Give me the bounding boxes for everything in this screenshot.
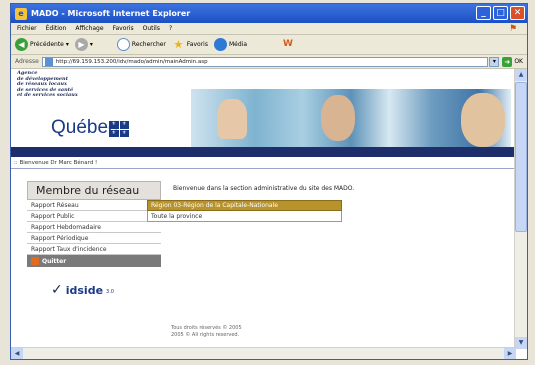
address-bar: Adresse http://69.159.153.200/idv/mado/a… bbox=[11, 55, 527, 69]
idside-logo: ✓ idside 3.0 bbox=[51, 283, 161, 297]
go-arrow-icon: ➜ bbox=[502, 56, 513, 67]
msn-icon[interactable]: W bbox=[283, 38, 297, 51]
agency-line: et de services sociaux bbox=[17, 92, 78, 98]
sidebar-item-rapport-reseau[interactable]: Rapport Réseau bbox=[27, 200, 161, 211]
close-button[interactable]: ✕ bbox=[510, 6, 525, 20]
idside-version: 3.0 bbox=[106, 289, 114, 295]
address-label: Adresse bbox=[15, 58, 39, 65]
scroll-left-icon[interactable]: ◀ bbox=[11, 348, 23, 359]
chevron-down-icon: ▾ bbox=[65, 41, 69, 48]
vertical-scrollbar[interactable]: ▲ ▼ bbox=[514, 69, 527, 349]
back-label: Précédente bbox=[30, 41, 64, 48]
toolbar: ◀ Précédente ▾ ▶ ▾ Rechercher ★ Favoris … bbox=[11, 35, 527, 55]
window-controls: _ □ ✕ bbox=[476, 6, 525, 20]
agency-name: Agence de développement de réseaux locau… bbox=[17, 70, 97, 99]
scroll-down-icon[interactable]: ▼ bbox=[515, 337, 527, 349]
scroll-up-icon[interactable]: ▲ bbox=[515, 69, 527, 81]
sidebar-item-rapport-public[interactable]: Rapport Public bbox=[27, 211, 161, 222]
media-icon bbox=[213, 38, 227, 51]
menu-edit[interactable]: Édition bbox=[46, 25, 67, 32]
sidebar-item-rapport-periodique[interactable]: Rapport Périodique bbox=[27, 233, 161, 244]
site-banner: Agence de développement de réseaux locau… bbox=[11, 69, 515, 147]
minimize-button[interactable]: _ bbox=[476, 6, 491, 20]
menu-favorites[interactable]: Favoris bbox=[113, 25, 134, 32]
sidebar-menu: Membre du réseau Rapport Réseau Rapport … bbox=[27, 181, 161, 297]
region-dropdown-menu: Région 03-Région de la Capitale-National… bbox=[147, 200, 342, 222]
menu-tools[interactable]: Outils bbox=[143, 25, 160, 32]
sidebar-title: Membre du réseau bbox=[27, 181, 161, 200]
menu-help[interactable]: ? bbox=[169, 25, 172, 32]
idside-name: idside bbox=[65, 283, 104, 297]
address-url: http://69.159.153.200/idv/mado/admin/mai… bbox=[55, 58, 208, 65]
banner-photo-person bbox=[217, 99, 247, 139]
star-icon: ★ bbox=[173, 38, 184, 51]
quit-button[interactable]: Quitter bbox=[27, 255, 161, 267]
footer-copyright: Tous droits réservés © 2005 2005 © All r… bbox=[171, 325, 242, 339]
banner-divider bbox=[11, 147, 515, 157]
dropdown-option[interactable]: Toute la province bbox=[147, 211, 342, 222]
banner-photo-person bbox=[321, 95, 355, 141]
scroll-right-icon[interactable]: ▶ bbox=[504, 348, 516, 359]
search-label: Rechercher bbox=[131, 41, 166, 48]
forward-button[interactable]: ▶ ▾ bbox=[74, 38, 93, 51]
menu-bar: Fichier Édition Affichage Favoris Outils… bbox=[11, 23, 527, 35]
browser-window: e MADO - Microsoft Internet Explorer _ □… bbox=[10, 3, 528, 360]
scroll-thumb[interactable] bbox=[515, 82, 527, 232]
back-arrow-icon: ◀ bbox=[15, 38, 28, 51]
sidebar-item-rapport-taux-incidence[interactable]: Rapport Taux d'incidence bbox=[27, 244, 161, 255]
window-title: MADO - Microsoft Internet Explorer bbox=[31, 9, 191, 18]
go-button[interactable]: ➜ OK bbox=[502, 56, 523, 67]
media-label: Média bbox=[228, 41, 247, 48]
banner-photo-collage bbox=[191, 89, 511, 147]
footer-line: Tous droits réservés © 2005 bbox=[171, 325, 242, 331]
search-button[interactable]: Rechercher bbox=[116, 38, 166, 51]
back-button[interactable]: ◀ Précédente ▾ bbox=[15, 38, 69, 51]
exit-icon bbox=[31, 257, 39, 265]
maximize-button[interactable]: □ bbox=[493, 6, 508, 20]
quebec-flag-icon: ⚜ ⚜ ⚜ ⚜ bbox=[109, 121, 129, 137]
internet-explorer-icon: e bbox=[15, 7, 27, 20]
screenshot-frame: e MADO - Microsoft Internet Explorer _ □… bbox=[0, 0, 535, 365]
banner-photo-person bbox=[461, 93, 505, 147]
search-icon bbox=[116, 38, 130, 51]
windows-logo-icon: ⚑ bbox=[509, 24, 518, 34]
favorites-button[interactable]: ★ Favoris bbox=[172, 38, 208, 51]
menu-file[interactable]: Fichier bbox=[17, 25, 37, 32]
favorites-label: Favoris bbox=[186, 41, 208, 48]
title-bar: e MADO - Microsoft Internet Explorer _ □… bbox=[11, 4, 527, 23]
address-input[interactable]: http://69.159.153.200/idv/mado/admin/mai… bbox=[41, 56, 489, 67]
page-icon bbox=[44, 57, 53, 66]
quit-label: Quitter bbox=[42, 257, 67, 265]
footer-line: 2005 © All rights reserved. bbox=[171, 332, 240, 338]
go-label: OK bbox=[514, 58, 523, 65]
page-content: Agence de développement de réseaux locau… bbox=[11, 69, 527, 349]
media-button[interactable]: Média bbox=[213, 38, 247, 51]
welcome-message: :: Bienvenue Dr Marc Bénard ! bbox=[11, 160, 515, 169]
forward-arrow-icon: ▶ bbox=[74, 38, 88, 51]
idside-check-icon: ✓ bbox=[51, 282, 63, 298]
address-dropdown-button[interactable]: ▾ bbox=[489, 56, 500, 67]
horizontal-scrollbar[interactable]: ◀ ▶ bbox=[11, 347, 516, 359]
quebec-logo-text: Québec bbox=[51, 117, 118, 138]
intro-text: Bienvenue dans la section administrative… bbox=[173, 185, 355, 192]
sidebar-item-rapport-hebdomadaire[interactable]: Rapport Hebdomadaire bbox=[27, 222, 161, 233]
chevron-down-icon: ▾ bbox=[89, 41, 93, 48]
dropdown-option-selected[interactable]: Région 03-Région de la Capitale-National… bbox=[147, 200, 342, 211]
menu-view[interactable]: Affichage bbox=[75, 25, 103, 32]
